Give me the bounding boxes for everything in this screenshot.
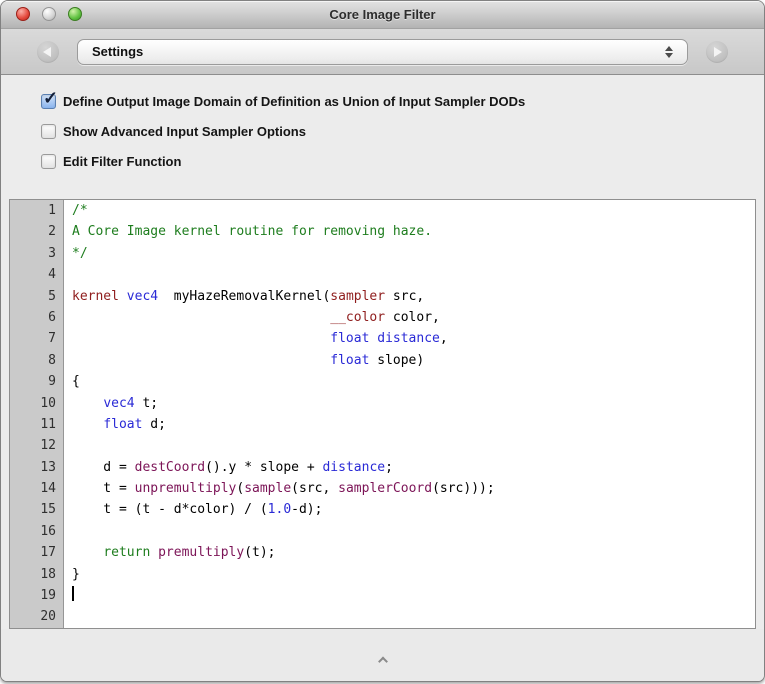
- toolbar: Settings: [1, 29, 764, 75]
- page-popup-value: Settings: [92, 44, 144, 59]
- option-row[interactable]: Edit Filter Function: [41, 153, 744, 172]
- app-window: Core Image Filter Settings Define Output…: [0, 0, 765, 682]
- page-popup-button[interactable]: Settings: [77, 38, 688, 65]
- window-title: Core Image Filter: [329, 7, 436, 22]
- checkbox[interactable]: [41, 154, 56, 169]
- popup-arrows-icon: [665, 45, 673, 58]
- title-bar: Core Image Filter: [1, 1, 764, 29]
- checkbox[interactable]: [41, 88, 58, 109]
- minimize-button[interactable]: [42, 7, 56, 21]
- option-row[interactable]: Show Advanced Input Sampler Options: [41, 123, 744, 142]
- forward-button[interactable]: [706, 40, 728, 63]
- zoom-button[interactable]: [68, 7, 82, 21]
- options-panel: Define Output Image Domain of Definition…: [1, 75, 764, 199]
- option-label: Edit Filter Function: [63, 154, 182, 169]
- back-button[interactable]: [37, 40, 59, 63]
- back-arrow-icon: [43, 46, 51, 57]
- footer-bar: [1, 629, 764, 681]
- checkbox[interactable]: [41, 124, 56, 139]
- code-editor[interactable]: 1 2 3 4 5 6 7 8 9 10 11 12 13 14 15 16 17 18 19 20 /* A Core…: [9, 199, 756, 629]
- option-label: Show Advanced Input Sampler Options: [63, 124, 306, 139]
- option-row[interactable]: Define Output Image Domain of Definition…: [41, 88, 744, 112]
- line-number-gutter: 1 2 3 4 5 6 7 8 9 10 11 12 13 14 15 16 17 18 19 20: [10, 200, 64, 628]
- window-controls: [16, 7, 82, 21]
- resize-grip[interactable]: [377, 656, 388, 667]
- close-button[interactable]: [16, 7, 30, 21]
- code-lines: /* A Core Image kernel routine for removi…: [64, 200, 755, 628]
- option-label: Define Output Image Domain of Definition…: [63, 94, 526, 109]
- forward-arrow-icon: [714, 46, 722, 57]
